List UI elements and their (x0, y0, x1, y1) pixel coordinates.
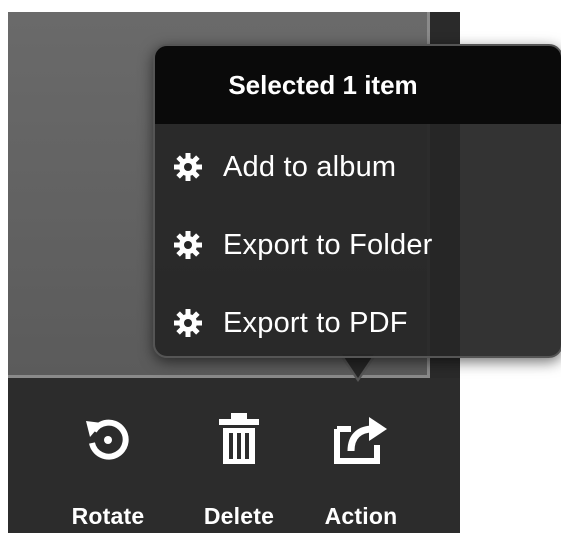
popover-title: Selected 1 item (228, 69, 418, 100)
menu-item-export-to-folder[interactable]: Export to Folder (155, 210, 561, 280)
action-label: Action (324, 503, 398, 529)
action-popover-menu: Selected 1 item Add to album Export to F… (153, 44, 561, 358)
menu-item-add-to-album[interactable]: Add to album (155, 132, 561, 202)
share-icon (331, 410, 391, 467)
menu-item-label: Export to Folder (223, 228, 433, 261)
menu-item-label: Add to album (223, 150, 397, 183)
screen: Rotate Delete Action Selected 1 item Add… (0, 0, 561, 533)
rotate-button[interactable]: Rotate (53, 410, 163, 530)
rotate-icon (78, 410, 138, 467)
menu-item-export-to-pdf[interactable]: Export to PDF (155, 288, 561, 356)
popover-header: Selected 1 item (155, 46, 561, 124)
bottom-toolbar: Rotate Delete Action (8, 378, 460, 533)
delete-label: Delete (203, 503, 275, 529)
delete-button[interactable]: Delete (184, 410, 294, 530)
trash-icon (209, 410, 269, 467)
gear-icon (173, 230, 203, 260)
gear-icon (173, 152, 203, 182)
gear-icon (173, 308, 203, 338)
action-button[interactable]: Action (306, 410, 416, 530)
menu-item-label: Export to PDF (223, 306, 408, 339)
rotate-label: Rotate (71, 503, 145, 529)
